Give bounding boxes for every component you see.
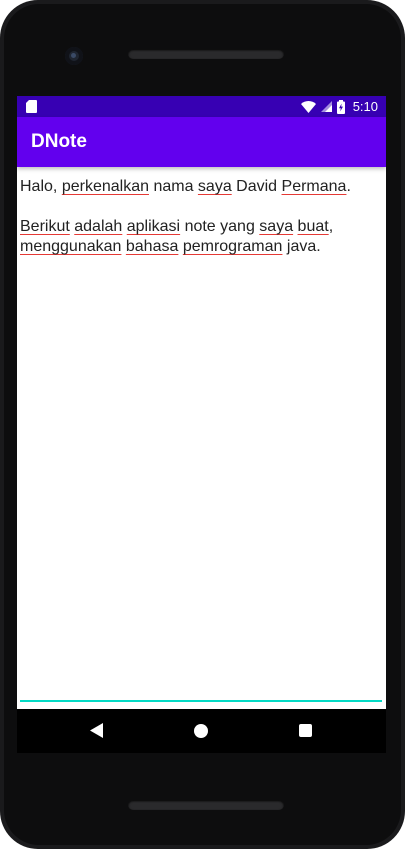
misspelled-word: perkenalkan [61,178,149,195]
punctuation: . [346,178,351,195]
misspelled-word: saya [197,178,232,195]
back-icon[interactable] [90,723,103,738]
sd-card-icon [26,100,37,113]
misspelled-word: Berikut [20,218,70,235]
punctuation: , [328,218,334,235]
misspelled-word: saya [259,218,294,235]
phone-frame: 5:10 DNote Halo, perkenalkan nama saya D… [0,0,405,849]
misspelled-word: adalah [74,218,123,235]
misspelled-word: pemrograman [182,238,283,255]
bottom-speaker-grille [128,800,284,810]
device-screen: 5:10 DNote Halo, perkenalkan nama saya D… [17,96,386,709]
word: David [236,178,278,195]
edittext-underline [20,700,382,702]
misspelled-word: menggunakan [20,238,122,255]
note-paragraph-2: Berikut adalah aplikasi note yang saya b… [20,217,382,257]
word: Halo, [20,178,58,195]
app-toolbar: DNote [17,117,386,167]
misspelled-word: aplikasi [126,218,181,235]
navigation-bar [17,709,386,753]
misspelled-word: Permana [281,178,347,195]
note-paragraph-1: Halo, perkenalkan nama saya David Perman… [20,177,382,197]
status-time: 5:10 [352,99,378,114]
home-icon[interactable] [194,724,208,738]
note-editor[interactable]: Halo, perkenalkan nama saya David Perman… [17,167,386,709]
wifi-icon [300,100,316,113]
recents-icon[interactable] [299,724,312,737]
word: java. [286,238,321,255]
top-speaker-grille [128,49,284,59]
misspelled-word: bahasa [125,238,179,255]
note-text[interactable]: Halo, perkenalkan nama saya David Perman… [20,177,382,257]
status-bar: 5:10 [17,96,386,117]
status-indicators: 5:10 [300,96,378,117]
misspelled-word: buat [297,218,329,235]
app-title: DNote [31,131,87,152]
word: nama [153,178,194,195]
front-camera-icon [65,47,83,65]
signal-icon [320,101,332,112]
word: note yang [184,218,255,235]
battery-charging-icon [336,99,345,114]
